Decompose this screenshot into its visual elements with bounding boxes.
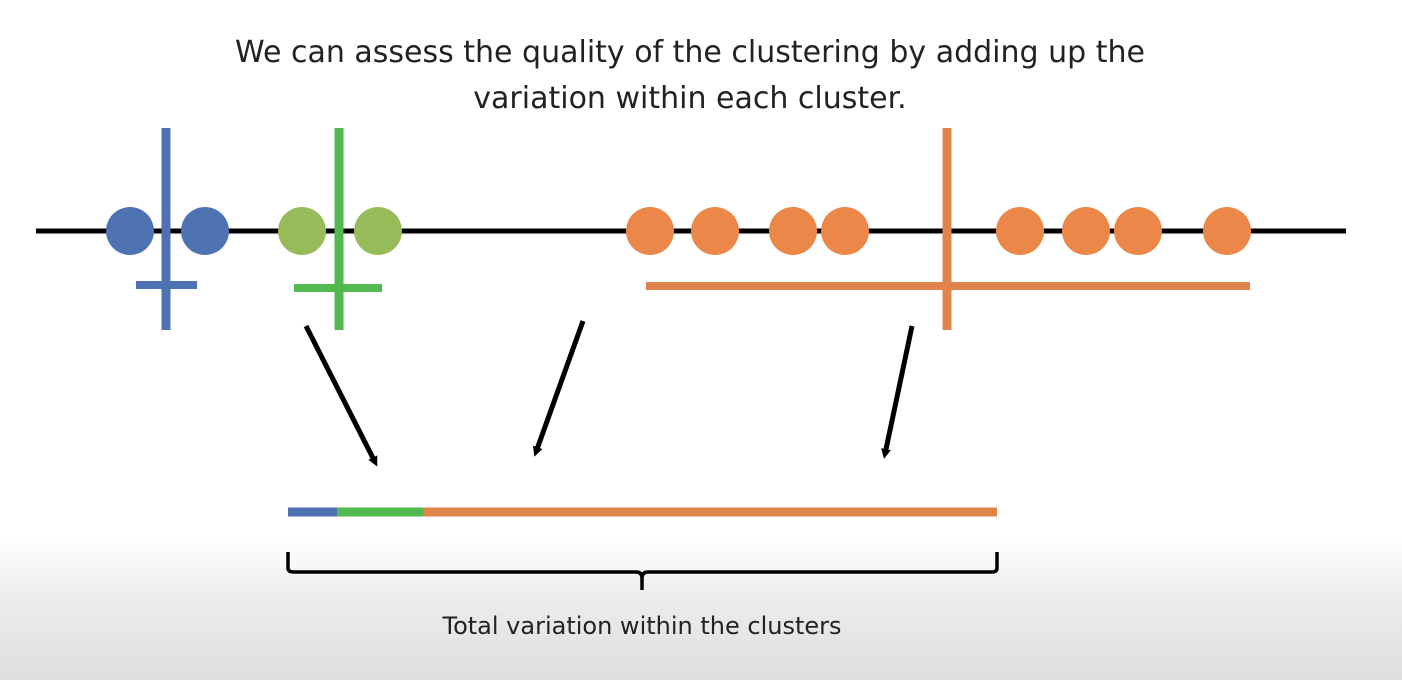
point-orange-3 xyxy=(769,207,817,255)
point-green-1 xyxy=(278,207,326,255)
point-blue-1 xyxy=(106,207,154,255)
point-blue-2 xyxy=(181,207,229,255)
clustering-diagram xyxy=(36,128,1346,590)
point-orange-7 xyxy=(1114,207,1162,255)
total-variation-caption: Total variation within the clusters xyxy=(442,612,842,640)
point-orange-1 xyxy=(626,207,674,255)
arrow-middle xyxy=(532,320,586,457)
point-orange-4 xyxy=(821,207,869,255)
arrow-blue-green xyxy=(303,324,378,467)
point-orange-5 xyxy=(996,207,1044,255)
arrow-orange xyxy=(881,325,915,459)
point-orange-2 xyxy=(691,207,739,255)
point-green-2 xyxy=(354,207,402,255)
total-variation-brace xyxy=(286,552,999,590)
point-orange-8 xyxy=(1203,207,1251,255)
point-orange-6 xyxy=(1062,207,1110,255)
